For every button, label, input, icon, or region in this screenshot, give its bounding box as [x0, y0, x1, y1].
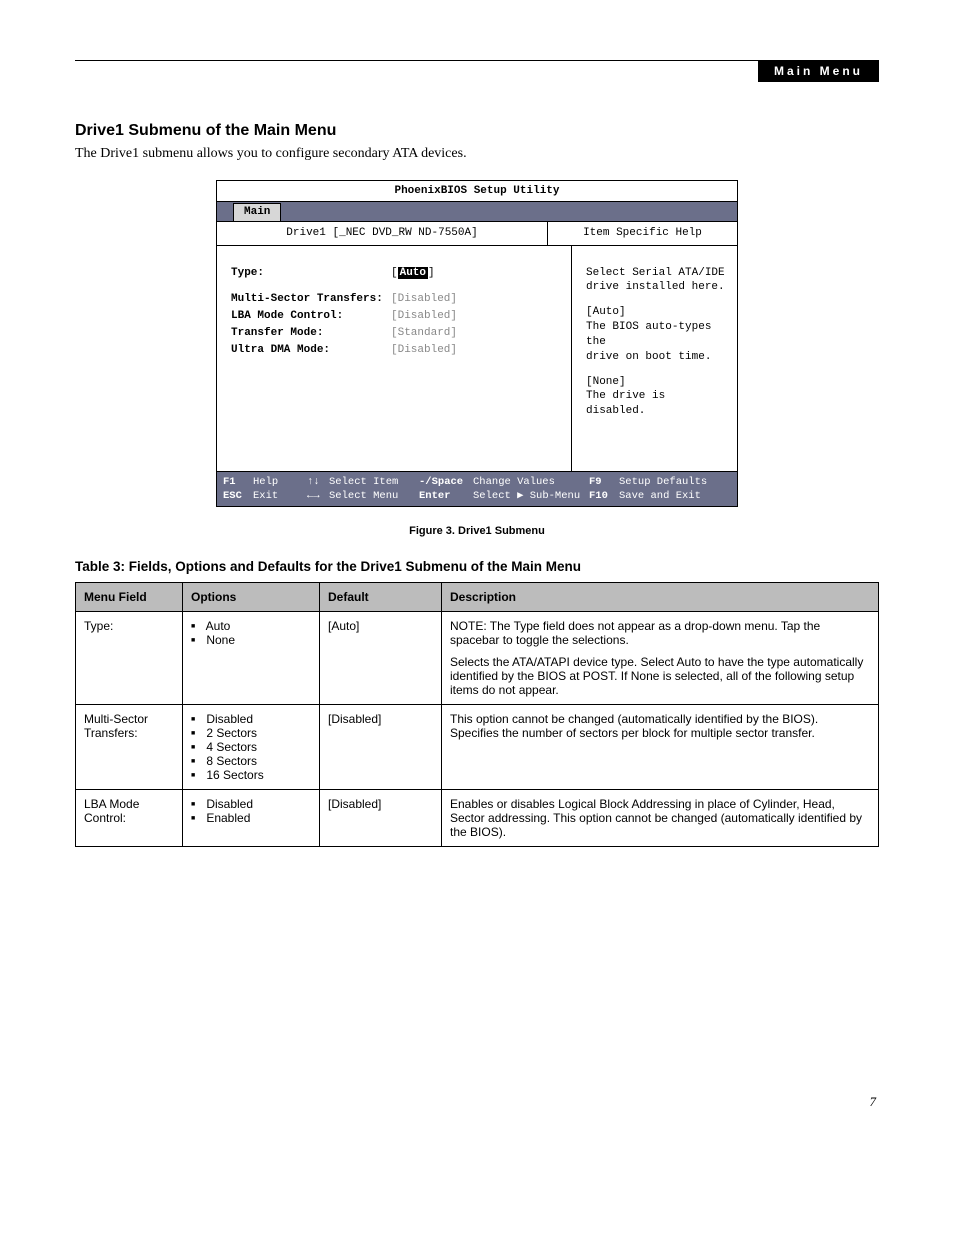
cell-menu-field: Type:: [76, 611, 183, 704]
option-item: 8 Sectors: [191, 754, 311, 768]
page-number: 7: [870, 1094, 877, 1110]
bios-fields-panel: Type: [Auto] Multi-Sector Transfers: [Di…: [217, 246, 572, 471]
field-lba-value: [Disabled]: [391, 309, 457, 324]
bios-help-title: Item Specific Help: [548, 222, 737, 245]
field-multi-label: Multi-Sector Transfers:: [231, 292, 391, 307]
section-body: The Drive1 submenu allows you to configu…: [75, 146, 879, 162]
option-item: 4 Sectors: [191, 740, 311, 754]
help-line: drive on boot time.: [586, 350, 727, 365]
cell-default: [Disabled]: [320, 704, 442, 789]
help-line: The BIOS auto-types the: [586, 320, 727, 350]
bios-tab-main: Main: [233, 203, 281, 221]
table-title: Table 3: Fields, Options and Defaults fo…: [75, 559, 879, 574]
bios-help-panel: Select Serial ATA/IDE drive installed he…: [572, 246, 737, 471]
option-item: Disabled: [191, 712, 311, 726]
field-xfer-value: [Standard]: [391, 326, 457, 341]
help-line: The drive is disabled.: [586, 389, 727, 419]
option-item: Auto: [191, 619, 311, 633]
help-line: [None]: [586, 375, 727, 390]
table-row: Multi-Sector Transfers: Disabled 2 Secto…: [76, 704, 879, 789]
th-options: Options: [183, 582, 320, 611]
field-udma-label: Ultra DMA Mode:: [231, 343, 391, 358]
cell-default: [Disabled]: [320, 789, 442, 846]
option-item: 16 Sectors: [191, 768, 311, 782]
help-line: [Auto]: [586, 305, 727, 320]
field-type-value: Auto: [398, 267, 428, 279]
fields-table: Menu Field Options Default Description T…: [75, 582, 879, 847]
option-item: Disabled: [191, 797, 311, 811]
cell-menu-field: Multi-Sector Transfers:: [76, 704, 183, 789]
bios-utility-title: PhoenixBIOS Setup Utility: [217, 181, 737, 202]
option-item: 2 Sectors: [191, 726, 311, 740]
cell-options: Disabled Enabled: [183, 789, 320, 846]
cell-description: Enables or disables Logical Block Addres…: [442, 789, 879, 846]
option-item: Enabled: [191, 811, 311, 825]
table-row: LBA Mode Control: Disabled Enabled[Disab…: [76, 789, 879, 846]
cell-default: [Auto]: [320, 611, 442, 704]
field-udma-value: [Disabled]: [391, 343, 457, 358]
header-label: Main Menu: [758, 60, 879, 82]
bios-tab-bar: Main: [217, 202, 737, 222]
cell-description: This option cannot be changed (automatic…: [442, 704, 879, 789]
option-item: None: [191, 633, 311, 647]
cell-options: Auto None: [183, 611, 320, 704]
th-description: Description: [442, 582, 879, 611]
bios-footer: F1 Help ↑↓ Select Item -/Space Change Va…: [217, 471, 737, 506]
th-menu-field: Menu Field: [76, 582, 183, 611]
cell-menu-field: LBA Mode Control:: [76, 789, 183, 846]
field-type-label: Type:: [231, 266, 391, 281]
th-default: Default: [320, 582, 442, 611]
bios-panel-title: Drive1 [_NEC DVD_RW ND-7550A]: [217, 222, 548, 245]
field-xfer-label: Transfer Mode:: [231, 326, 391, 341]
table-row: Type: Auto None[Auto]NOTE: The Type fiel…: [76, 611, 879, 704]
cell-options: Disabled 2 Sectors 4 Sectors 8 Sectors 1…: [183, 704, 320, 789]
bios-screenshot: PhoenixBIOS Setup Utility Main Drive1 [_…: [216, 180, 738, 507]
help-line: drive installed here.: [586, 280, 727, 295]
field-multi-value: [Disabled]: [391, 292, 457, 307]
field-lba-label: LBA Mode Control:: [231, 309, 391, 324]
section-title: Drive1 Submenu of the Main Menu: [75, 122, 879, 140]
help-line: Select Serial ATA/IDE: [586, 266, 727, 281]
figure-caption: Figure 3. Drive1 Submenu: [75, 525, 879, 537]
cell-description: NOTE: The Type field does not appear as …: [442, 611, 879, 704]
